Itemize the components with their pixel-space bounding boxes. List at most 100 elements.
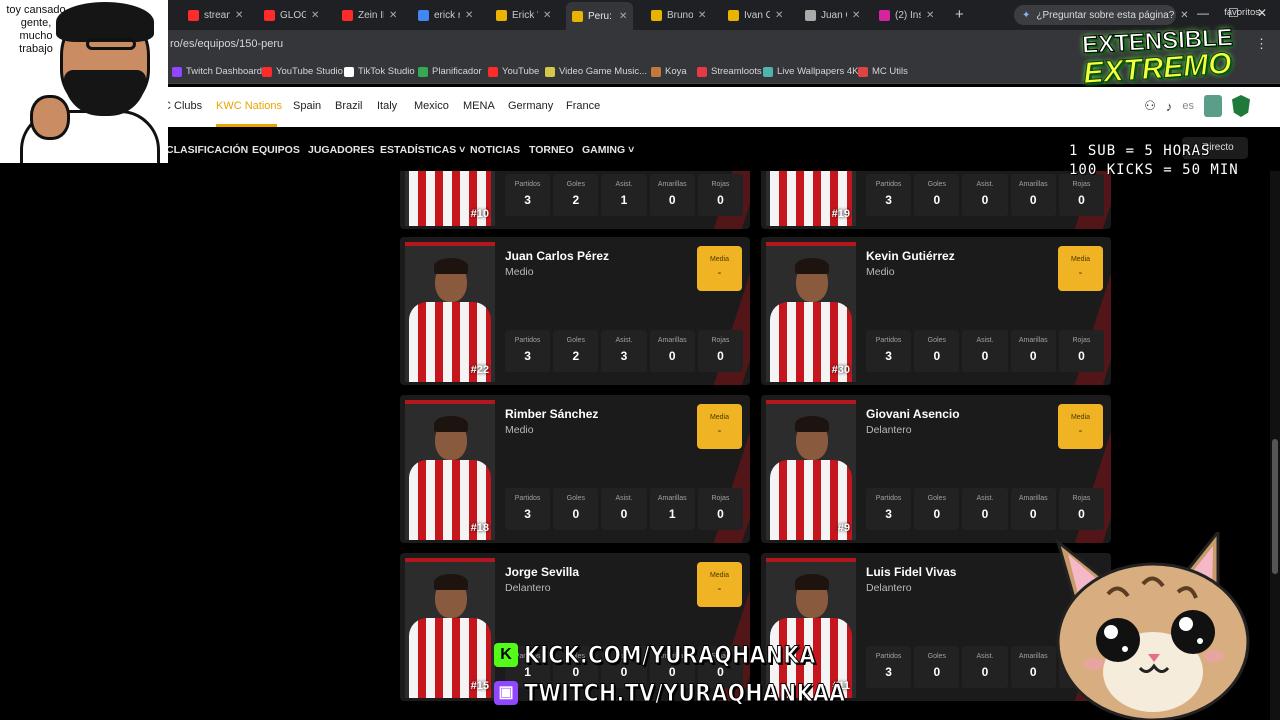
new-tab-button[interactable]: +	[955, 6, 964, 23]
stat-label: Rojas	[1072, 181, 1091, 188]
bookmark-item[interactable]: Streamloots	[697, 66, 762, 77]
stat-value: 0	[933, 193, 941, 207]
media-label: Media	[709, 572, 730, 579]
media-badge: Media -	[1058, 404, 1103, 449]
subnav-item[interactable]: EQUIPOS	[252, 144, 300, 156]
player-name[interactable]: Kevin Gutiérrez	[866, 249, 955, 263]
browser-tab[interactable]: Juan Ca ✕	[799, 4, 866, 26]
stat-label: Asist.	[976, 181, 994, 188]
player-card[interactable]: #19 Partidos 3 Goles 0 Asist. 0 Amarillas 0 Rojas…	[761, 171, 1111, 229]
tab-close-icon[interactable]: ✕	[698, 10, 706, 21]
nav-item[interactable]: Brazil	[335, 100, 363, 112]
bookmark-item[interactable]: Twitch Dashboard	[172, 66, 262, 77]
scrollbar[interactable]	[1270, 171, 1280, 720]
browser-tab[interactable]: Erick 'Fr ✕	[490, 4, 557, 26]
browser-tab[interactable]: GLOGL ✕	[258, 4, 325, 26]
nav-item[interactable]: Mexico	[414, 100, 449, 112]
nav-item[interactable]: Italy	[377, 100, 397, 112]
scrollbar-thumb[interactable]	[1272, 439, 1278, 574]
nav-item[interactable]: C Clubs	[163, 100, 202, 112]
player-name[interactable]: Luis Fidel Vivas	[866, 565, 956, 579]
bookmark-item[interactable]: YouTube	[488, 66, 539, 77]
player-card[interactable]: #9 Giovani Asencio Delantero Media - Partidos…	[761, 395, 1111, 543]
ask-about-page-button[interactable]: ✦ ¿Preguntar sobre esta página? ✕	[1014, 5, 1189, 25]
stat-cell: Asist. 3	[601, 330, 647, 372]
stat-label: Amarillas	[1018, 337, 1048, 344]
browser-tab[interactable]: Bruno A ✕	[645, 4, 712, 26]
nav-item[interactable]: France	[566, 100, 600, 112]
stat-value: 0	[1078, 507, 1085, 521]
language-select[interactable]: es	[1182, 100, 1194, 112]
stat-label: Partidos	[875, 653, 902, 660]
user-icon[interactable]: ⚇	[1144, 98, 1156, 114]
tab-close-icon[interactable]: ✕	[235, 10, 243, 21]
stat-cell: Asist. 0	[601, 488, 647, 530]
stat-label: Partidos	[514, 495, 541, 502]
stat-value: 0	[717, 193, 724, 207]
browser-tab[interactable]: Zein IM ✕	[336, 4, 403, 26]
cat-mascot-icon	[1055, 532, 1250, 720]
player-photo: #10	[405, 171, 495, 226]
subnav-item[interactable]: TORNEO	[529, 144, 574, 156]
tab-title: (2) Insta	[895, 9, 921, 21]
tab-close-icon[interactable]: ✕	[389, 10, 397, 21]
nav-item[interactable]: MENA	[463, 100, 495, 112]
kick-link: K KICK.COM/YURAQHANKA	[494, 640, 867, 670]
bookmark-item[interactable]: Planificador	[418, 66, 482, 77]
tab-close-icon[interactable]: ✕	[926, 10, 934, 21]
stat-cell: Rojas 0	[697, 488, 744, 530]
stat-label: Amarillas	[1018, 495, 1048, 502]
browser-tab[interactable]: erick ra ✕	[412, 4, 479, 26]
media-value: -	[717, 583, 722, 595]
subnav-item[interactable]: CLASIFICACIÓN	[166, 144, 248, 156]
bookmark-favicon-icon	[858, 66, 868, 77]
bookmark-item[interactable]: Video Game Music...	[545, 66, 647, 77]
browser-tab[interactable]: Ivan Gá ✕	[722, 4, 789, 26]
player-name[interactable]: Rimber Sánchez	[505, 407, 598, 421]
tab-close-icon[interactable]: ✕	[619, 11, 627, 22]
bookmark-favicon-icon	[651, 66, 661, 77]
tab-close-icon[interactable]: ✕	[311, 10, 319, 21]
stat-value: 2	[572, 349, 580, 363]
minimize-icon[interactable]: —	[1197, 6, 1209, 20]
avatar-hand	[30, 95, 70, 140]
nav-item[interactable]: Spain	[293, 100, 321, 112]
browser-tab[interactable]: (2) Insta ✕	[873, 4, 940, 26]
bookmark-favicon-icon	[545, 66, 555, 77]
stat-label: Amarillas	[657, 181, 687, 188]
bookmark-item[interactable]: YouTube Studio	[262, 66, 343, 77]
subnav-item[interactable]: GAMING ˅	[582, 144, 634, 156]
browser-tab[interactable]: stream ✕	[182, 4, 249, 26]
tab-close-icon[interactable]: ✕	[775, 10, 783, 21]
browser-tab[interactable]: Peru: To ✕	[566, 2, 634, 30]
bookmark-item[interactable]: Koya	[651, 66, 687, 77]
notification-icon[interactable]: ♪	[1166, 99, 1173, 114]
bookmark-label: YouTube Studio	[276, 66, 343, 77]
close-icon[interactable]: ✕	[1180, 10, 1188, 21]
player-name[interactable]: Giovani Asencio	[866, 407, 960, 421]
stat-label: Asist.	[615, 495, 633, 502]
player-card[interactable]: #18 Rimber Sánchez Medio Media - Partidos 3 Gol…	[400, 395, 750, 543]
bookmark-label: Streamloots	[711, 66, 762, 77]
subnav-item[interactable]: NOTICIAS	[470, 144, 520, 156]
tab-favicon-icon	[805, 9, 816, 21]
bookmark-item[interactable]: MC Utils	[858, 66, 908, 77]
nav-item[interactable]: KWC Nations	[216, 100, 282, 112]
player-card[interactable]: #22 Juan Carlos Pérez Medio Media - Partidos 3…	[400, 237, 750, 385]
bookmarks-all-favorites[interactable]: favoritos	[1224, 7, 1260, 18]
subnav-item[interactable]: ESTADÍSTICAS ˅	[380, 144, 465, 156]
stat-label: Amarillas	[1018, 181, 1048, 188]
player-name[interactable]: Juan Carlos Pérez	[505, 249, 609, 263]
bookmark-item[interactable]: Live Wallpapers 4K	[763, 66, 859, 77]
stat-cell: Partidos 3	[866, 330, 912, 372]
subnav-item[interactable]: JUGADORES	[308, 144, 375, 156]
player-name[interactable]: Jorge Sevilla	[505, 565, 579, 579]
tab-close-icon[interactable]: ✕	[465, 10, 473, 21]
nav-item[interactable]: Germany	[508, 100, 553, 112]
tab-close-icon[interactable]: ✕	[543, 10, 551, 21]
tab-close-icon[interactable]: ✕	[852, 10, 860, 21]
player-card[interactable]: #30 Kevin Gutiérrez Medio Media - Partidos 3 Go…	[761, 237, 1111, 385]
url-text[interactable]: ro/es/equipos/150-peru	[170, 38, 283, 50]
bookmark-item[interactable]: TikTok Studio	[344, 66, 415, 77]
player-card[interactable]: #10 Partidos 3 Goles 2 Asist. 1 Amarillas 0 Rojas…	[400, 171, 750, 229]
